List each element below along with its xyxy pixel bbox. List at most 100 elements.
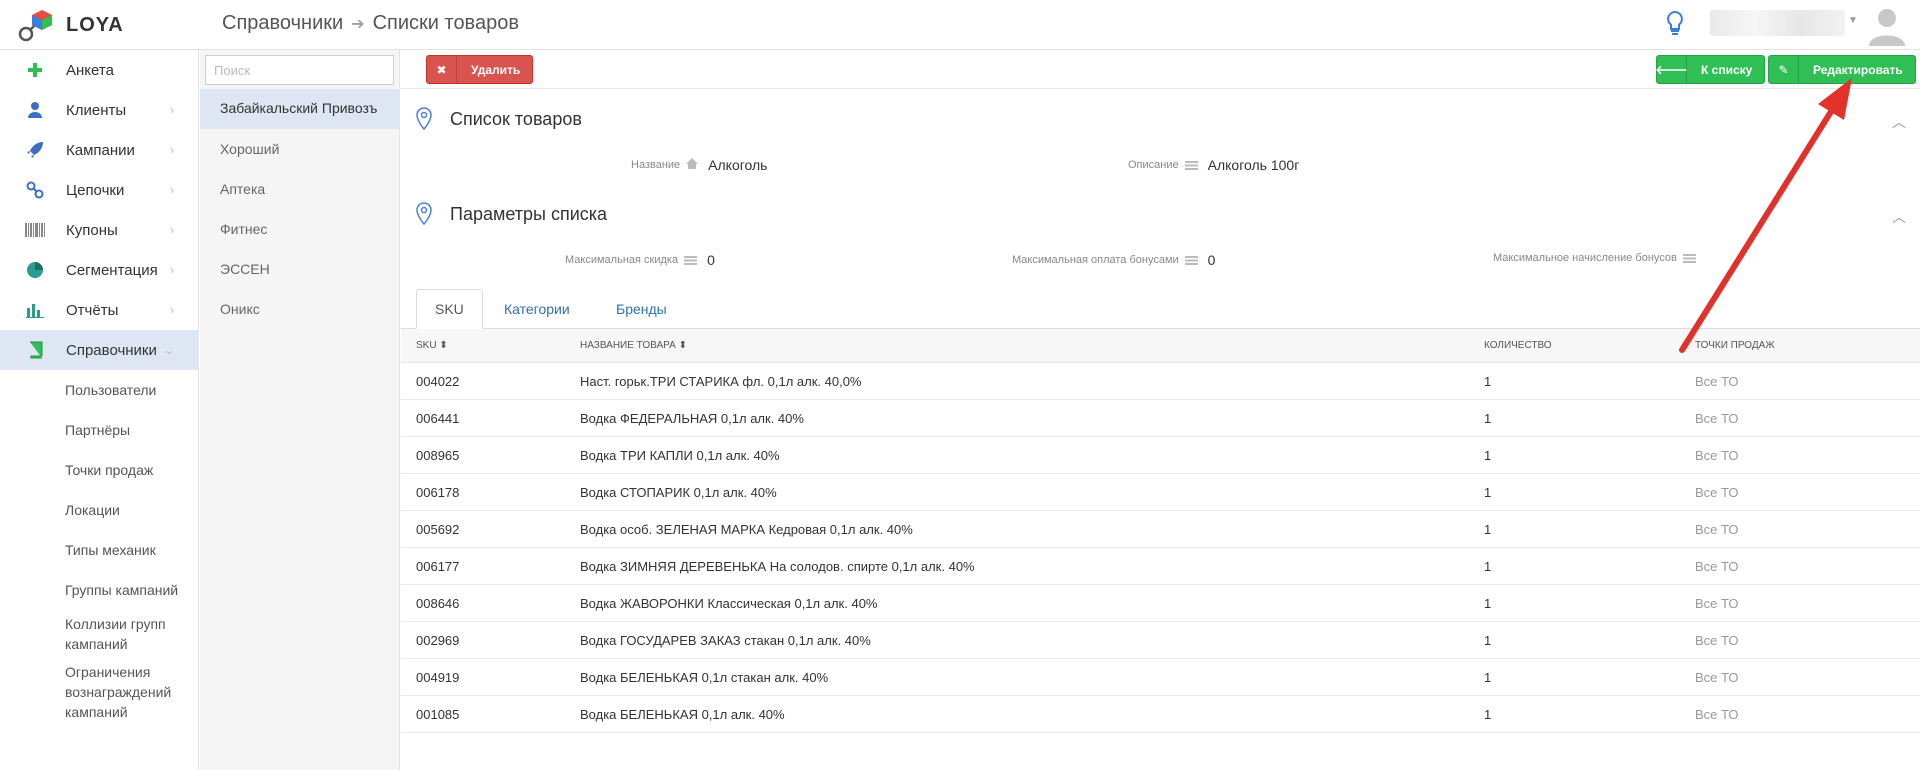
rocket-icon bbox=[24, 139, 46, 161]
products-table: SKU ⬍ НАЗВАНИЕ ТОВАРА ⬍ КОЛИЧЕСТВО ТОЧКИ… bbox=[401, 329, 1920, 733]
nav-item-clients[interactable]: Клиенты › bbox=[0, 90, 198, 130]
tab-categories[interactable]: Категории bbox=[504, 289, 570, 329]
delete-button[interactable]: ✖ Удалить bbox=[426, 55, 534, 84]
nav-item-survey[interactable]: Анкета bbox=[0, 50, 198, 90]
nav-item-reports[interactable]: Отчёты › bbox=[0, 290, 198, 330]
column-header-product-name[interactable]: НАЗВАНИЕ ТОВАРА ⬍ bbox=[580, 329, 687, 362]
avatar[interactable] bbox=[1866, 4, 1908, 49]
cell-quantity: 1 bbox=[1484, 410, 1492, 426]
table-row[interactable]: 004919 Водка БЕЛЕНЬКАЯ 0,1л стакан алк. 4… bbox=[401, 659, 1920, 696]
subnav-item-campaign-reward-limits[interactable]: Ограничения вознаграждений кампаний bbox=[0, 658, 190, 726]
link-icon bbox=[24, 179, 46, 201]
table-row[interactable]: 006178 Водка СТОПАРИК 0,1л алк. 40% 1 Все Т… bbox=[401, 474, 1920, 511]
cell-sku: 006178 bbox=[416, 484, 460, 500]
chevron-up-icon[interactable]: ︿ bbox=[1892, 207, 1906, 227]
table-row[interactable]: 005692 Водка особ. ЗЕЛЕНАЯ МАРКА Кедровая… bbox=[401, 511, 1920, 548]
nav-item-label: Отчёты bbox=[66, 301, 119, 319]
chevron-right-icon: › bbox=[170, 103, 174, 117]
cell-sku: 005692 bbox=[416, 521, 460, 537]
field-value: 0 bbox=[707, 252, 715, 268]
nav-item-chains[interactable]: Цепочки › bbox=[0, 170, 198, 210]
table-row[interactable]: 006177 Водка ЗИМНЯЯ ДЕРЕВЕНЬКА На солодов… bbox=[401, 548, 1920, 585]
plus-icon bbox=[24, 59, 46, 81]
list-item[interactable]: Забайкальский Привозъ bbox=[200, 89, 399, 129]
edit-button-label: Редактировать bbox=[1813, 62, 1903, 77]
field-max-discount: Максимальная скидка 0 bbox=[565, 252, 715, 268]
nav-item-segmentation[interactable]: Сегментация › bbox=[0, 250, 198, 290]
table-row[interactable]: 002969 Водка ГОСУДАРЕВ ЗАКАЗ стакан 0,1л … bbox=[401, 622, 1920, 659]
chevron-right-icon: › bbox=[170, 223, 174, 237]
table-row[interactable]: 008646 Водка ЖАВОРОНКИ Классическая 0,1л … bbox=[401, 585, 1920, 622]
subnav-item-campaign-groups[interactable]: Группы кампаний bbox=[0, 570, 185, 610]
cell-points-of-sale: Все ТО bbox=[1695, 410, 1739, 426]
cell-points-of-sale: Все ТО bbox=[1695, 447, 1739, 463]
caret-down-icon[interactable]: ▼ bbox=[1848, 15, 1858, 26]
search-input[interactable] bbox=[205, 55, 394, 85]
cell-quantity: 1 bbox=[1484, 595, 1492, 611]
nav-item-campaigns[interactable]: Кампании › bbox=[0, 130, 198, 170]
chevron-up-icon[interactable]: ︿ bbox=[1892, 112, 1906, 132]
cell-quantity: 1 bbox=[1484, 373, 1492, 389]
nav-item-coupons[interactable]: Купоны › bbox=[0, 210, 198, 250]
cell-sku: 001085 bbox=[416, 706, 460, 722]
subnav-item-locations[interactable]: Локации bbox=[0, 490, 198, 530]
logo-icon bbox=[18, 10, 52, 42]
subnav-item-points-of-sale[interactable]: Точки продаж bbox=[0, 450, 198, 490]
nav-item-label: Сегментация bbox=[66, 261, 158, 279]
table-row[interactable]: 004022 Наст. горьк.ТРИ СТАРИКА фл. 0,1л а… bbox=[401, 363, 1920, 400]
tab-brands[interactable]: Бренды bbox=[616, 289, 667, 329]
cell-sku: 004919 bbox=[416, 669, 460, 685]
breadcrumb-item-directories[interactable]: Справочники bbox=[222, 12, 343, 35]
section-list-params: Параметры списка bbox=[416, 202, 607, 226]
table-row[interactable]: 008965 Водка ТРИ КАПЛИ 0,1л алк. 40% 1 Все … bbox=[401, 437, 1920, 474]
home-icon bbox=[686, 158, 699, 172]
subnav-item-partners[interactable]: Партнёры bbox=[0, 410, 198, 450]
column-header-quantity: КОЛИЧЕСТВО bbox=[1484, 340, 1552, 351]
nav-item-directories[interactable]: Справочники ⌄ bbox=[0, 330, 198, 370]
cell-quantity: 1 bbox=[1484, 484, 1492, 500]
list-item[interactable]: ЭССЕН bbox=[200, 249, 399, 289]
main-content: ✖ Удалить 🡐 К списку ✎ Редактировать Спи… bbox=[401, 50, 1920, 770]
user-name-blurred[interactable] bbox=[1710, 10, 1845, 36]
list-item[interactable]: Оникс bbox=[200, 289, 399, 329]
tab-sku[interactable]: SKU bbox=[416, 289, 483, 329]
cell-quantity: 1 bbox=[1484, 558, 1492, 574]
cell-sku: 006177 bbox=[416, 558, 460, 574]
user-icon bbox=[24, 99, 46, 121]
subnav-item-mechanic-types[interactable]: Типы механик bbox=[0, 530, 198, 570]
lines-icon bbox=[1682, 253, 1696, 263]
chevron-down-icon: ⌄ bbox=[163, 343, 174, 357]
breadcrumb-item-product-lists: Списки товаров bbox=[372, 12, 519, 34]
cell-points-of-sale: Все ТО bbox=[1695, 373, 1739, 389]
field-label: Название bbox=[631, 159, 681, 171]
subnav-item-users[interactable]: Пользователи bbox=[0, 370, 198, 410]
list-item[interactable]: Аптека bbox=[200, 169, 399, 209]
lightbulb-icon[interactable] bbox=[1665, 10, 1685, 41]
subnav-item-campaign-group-collisions[interactable]: Коллизии групп кампаний bbox=[0, 610, 185, 658]
list-item[interactable]: Хороший bbox=[200, 129, 399, 169]
cell-product-name: Водка ЖАВОРОНКИ Классическая 0,1л алк. 4… bbox=[580, 595, 878, 611]
back-to-list-button[interactable]: 🡐 К списку bbox=[1655, 55, 1766, 84]
table-row[interactable]: 006441 Водка ФЕДЕРАЛЬНАЯ 0,1л алк. 40% 1 Вс… bbox=[401, 400, 1920, 437]
list-item[interactable]: Фитнес bbox=[200, 209, 399, 249]
cell-product-name: Наст. горьк.ТРИ СТАРИКА фл. 0,1л алк. 40… bbox=[580, 373, 862, 389]
cell-points-of-sale: Все ТО bbox=[1695, 558, 1739, 574]
logo[interactable]: LOYA bbox=[16, 8, 124, 42]
cell-product-name: Водка ГОСУДАРЕВ ЗАКАЗ стакан 0,1л алк. 4… bbox=[580, 632, 871, 648]
lines-icon bbox=[1184, 255, 1198, 265]
chevron-right-icon: › bbox=[170, 303, 174, 317]
cell-product-name: Водка ЗИМНЯЯ ДЕРЕВЕНЬКА На солодов. спир… bbox=[580, 558, 975, 574]
nav-item-label: Анкета bbox=[66, 61, 114, 79]
arrow-left-icon: 🡐 bbox=[1655, 55, 1688, 84]
barcode-icon bbox=[24, 219, 46, 241]
edit-button[interactable]: ✎ Редактировать bbox=[1768, 55, 1916, 84]
column-header-sku[interactable]: SKU ⬍ bbox=[416, 329, 448, 362]
arrow-right-icon: ➔ bbox=[351, 15, 365, 33]
field-label: Максимальная оплата бонусами bbox=[1012, 254, 1179, 266]
field-value: Алкоголь 100г bbox=[1207, 157, 1300, 173]
field-label: Описание bbox=[1128, 159, 1179, 171]
lines-icon bbox=[684, 255, 698, 265]
table-row[interactable]: 001085 Водка БЕЛЕНЬКАЯ 0,1л алк. 40% 1 Все … bbox=[401, 696, 1920, 733]
cell-product-name: Водка БЕЛЕНЬКАЯ 0,1л стакан алк. 40% bbox=[580, 669, 829, 685]
back-to-list-label: К списку bbox=[1701, 62, 1753, 77]
